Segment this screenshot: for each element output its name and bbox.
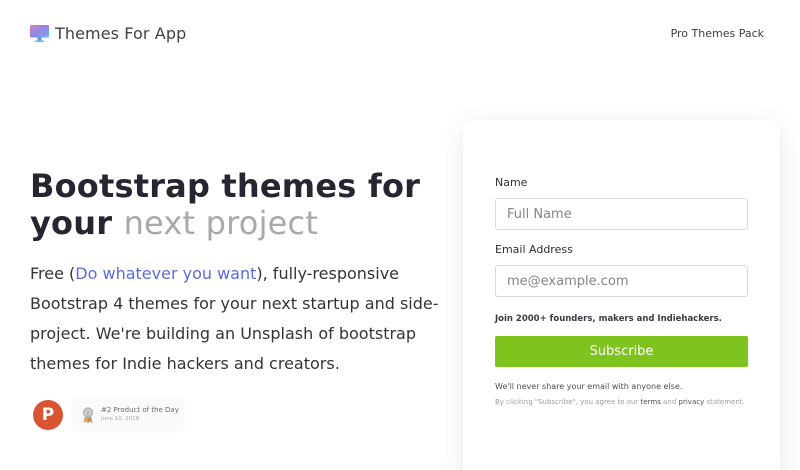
license-link[interactable]: Do whatever you want xyxy=(75,264,256,283)
hero-section: Bootstrap themes for your next project F… xyxy=(30,168,450,379)
email-label: Email Address xyxy=(495,243,573,256)
headline-line-1: Bootstrap themes for xyxy=(30,167,421,205)
subscribe-form: Name Email Address Join 2000+ founders, … xyxy=(495,176,748,409)
subscribe-button[interactable]: Subscribe xyxy=(495,336,748,367)
badge-title: #2 Product of the Day xyxy=(101,406,179,414)
legal-text: By clicking "Subscribe", you agree to ou… xyxy=(495,395,748,409)
badges-row: P 2 #2 Product of the Day June 10, 2018 xyxy=(33,399,183,431)
hero-headline: Bootstrap themes for your next project xyxy=(30,168,450,242)
email-field[interactable] xyxy=(495,265,748,297)
subscribe-card: Name Email Address Join 2000+ founders, … xyxy=(463,120,780,470)
hero-lead: Free (Do whatever you want), fully-respo… xyxy=(30,259,450,379)
headline-muted: next project xyxy=(123,204,319,242)
lead-prefix: Free ( xyxy=(30,264,76,283)
terms-link[interactable]: terms xyxy=(641,398,661,406)
privacy-link[interactable]: privacy xyxy=(679,398,705,406)
legal-and: and xyxy=(663,398,677,406)
brand-link[interactable]: Themes For App xyxy=(30,24,186,43)
nav-link-pro-themes[interactable]: Pro Themes Pack xyxy=(671,27,764,40)
monitor-icon xyxy=(30,24,49,42)
medal-icon: 2 xyxy=(82,407,94,424)
badge-date: June 10, 2018 xyxy=(101,416,140,422)
headline-bold-word: your xyxy=(30,204,113,242)
email-group: Email Address xyxy=(495,243,748,297)
product-of-day-badge[interactable]: 2 #2 Product of the Day June 10, 2018 xyxy=(73,399,183,431)
privacy-note: We'll never share your email with anyone… xyxy=(495,382,683,391)
legal-suffix: statement. xyxy=(706,398,745,406)
svg-text:2: 2 xyxy=(87,410,90,416)
join-text: Join 2000+ founders, makers and Indiehac… xyxy=(495,314,722,324)
badge-text: #2 Product of the Day June 10, 2018 xyxy=(101,406,179,424)
name-field[interactable] xyxy=(495,198,748,230)
producthunt-logo[interactable]: P xyxy=(33,400,63,430)
brand-name: Themes For App xyxy=(55,24,187,43)
name-label: Name xyxy=(495,176,528,189)
legal-prefix: By clicking "Subscribe", you agree to ou… xyxy=(495,398,639,406)
navbar: Themes For App Pro Themes Pack xyxy=(0,0,800,70)
producthunt-letter: P xyxy=(41,405,55,425)
